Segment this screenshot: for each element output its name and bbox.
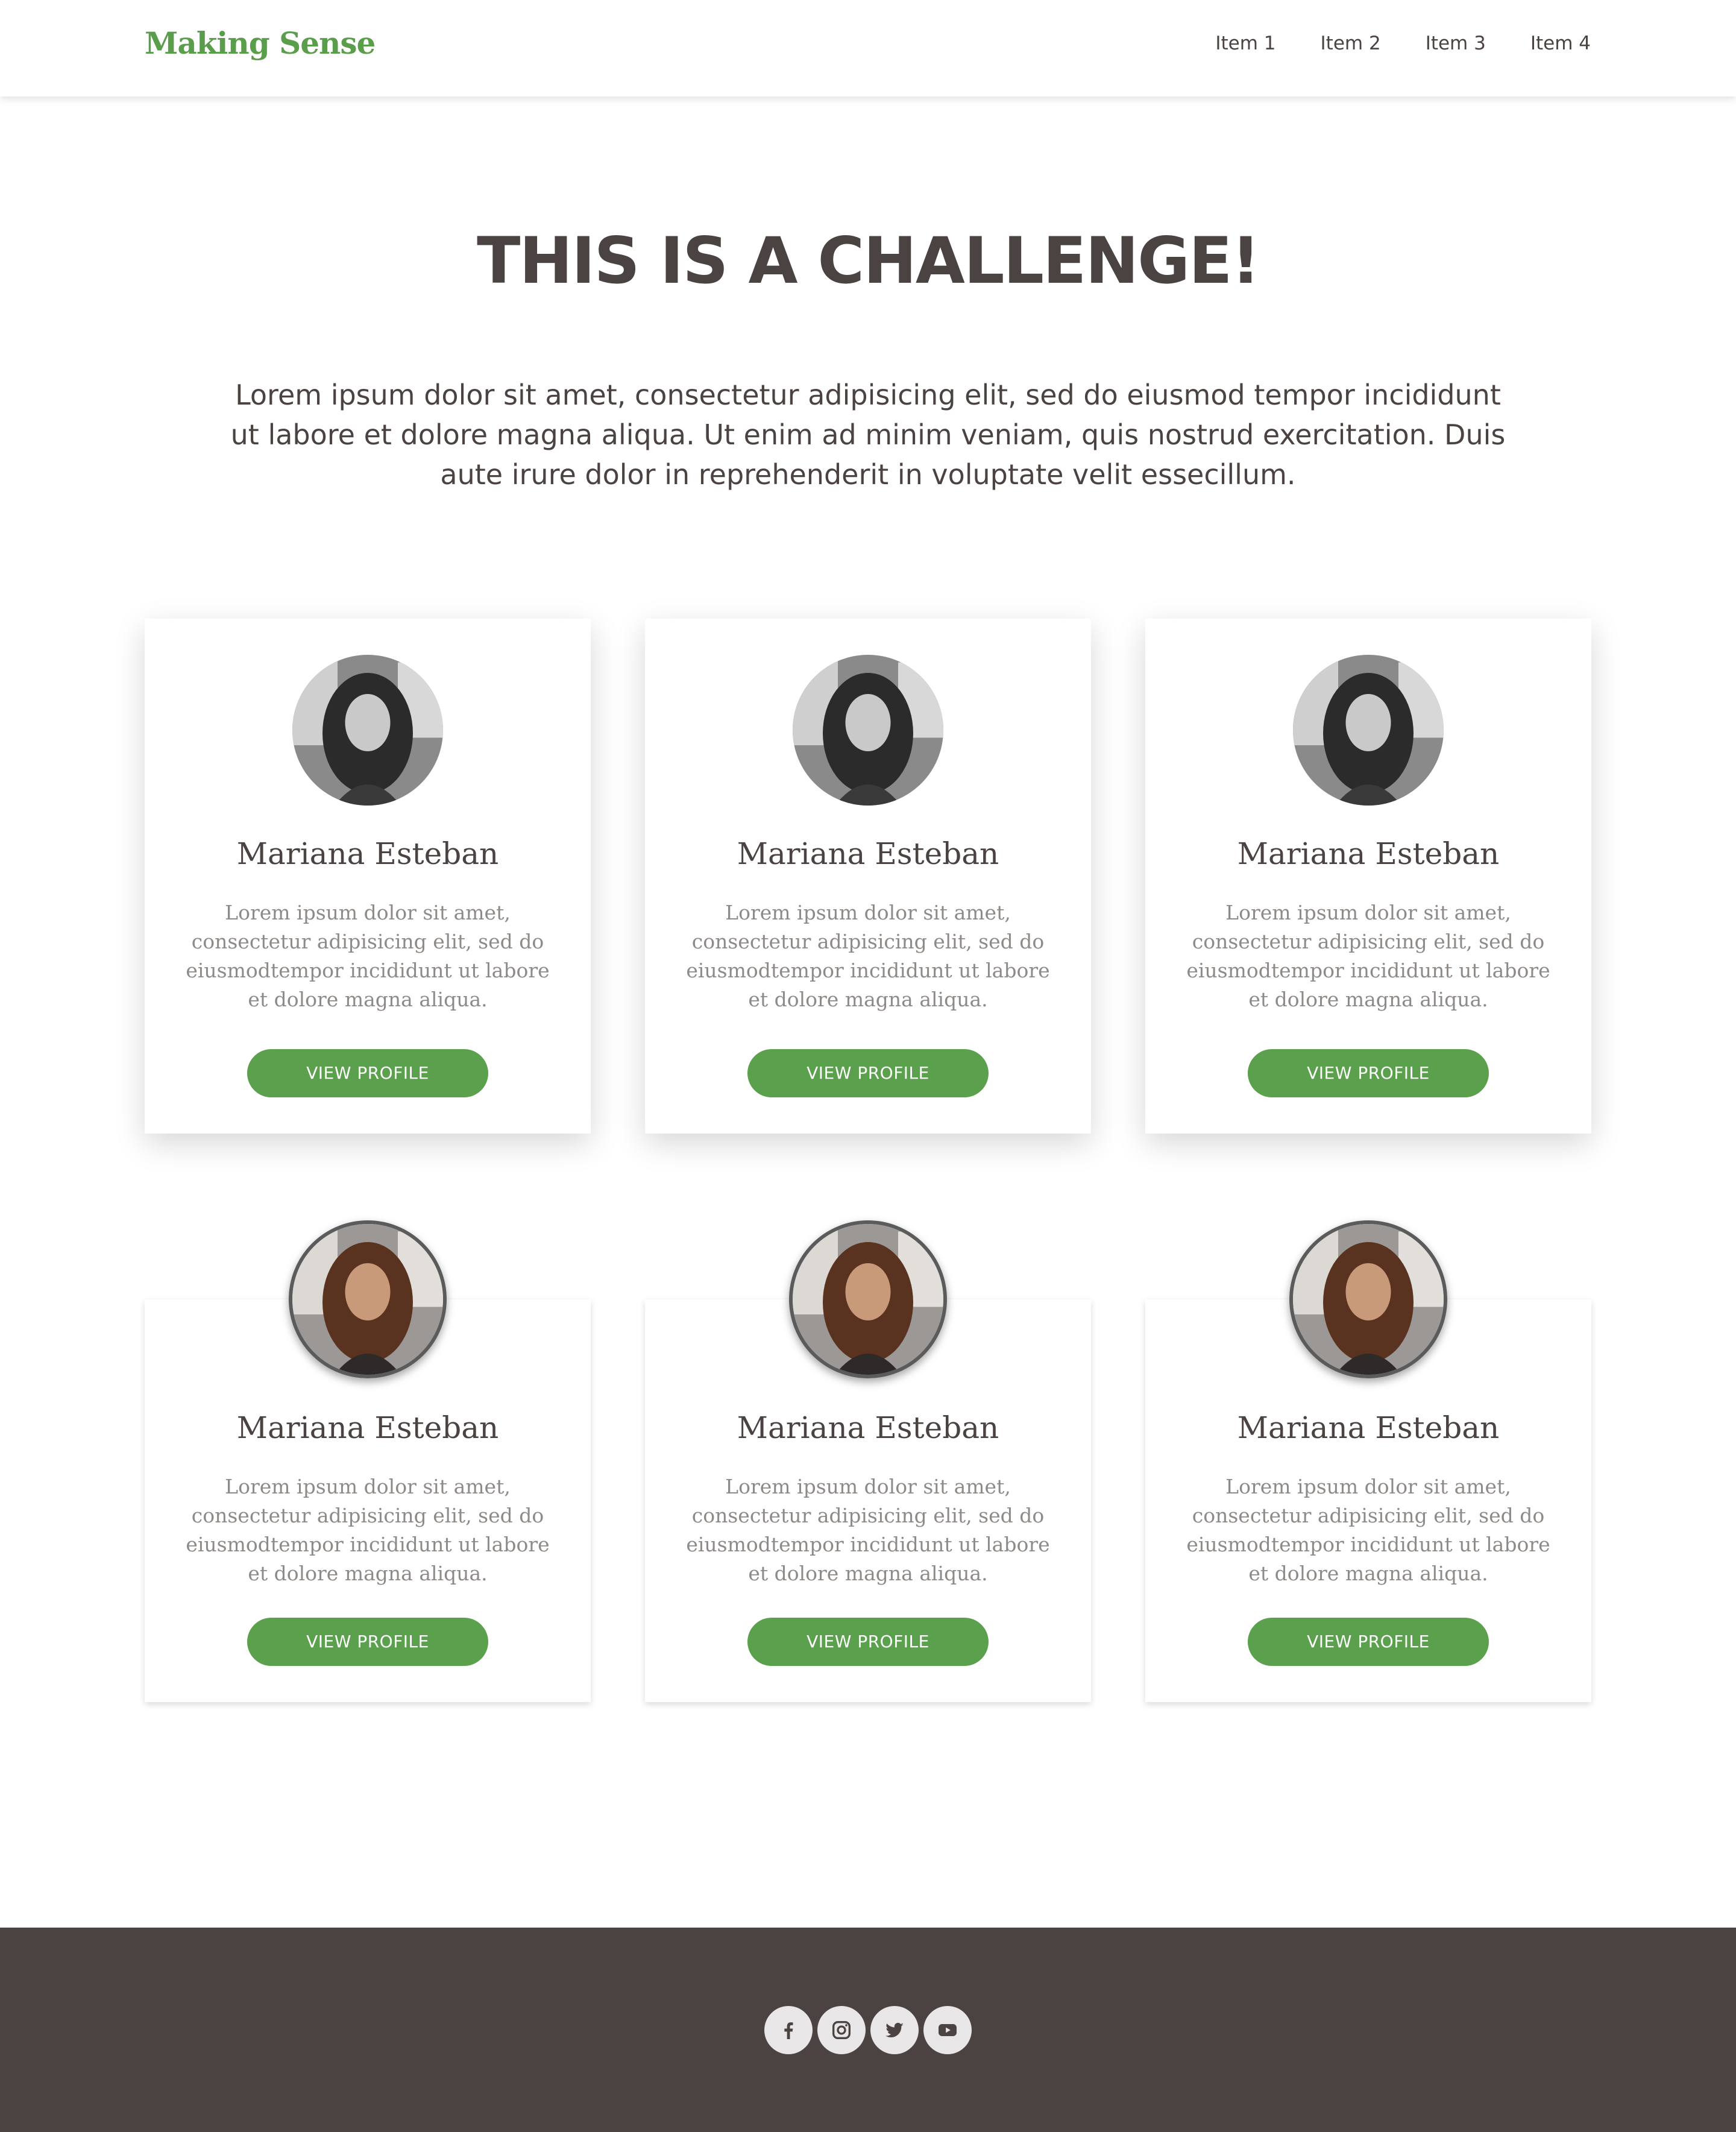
card-description: Lorem ipsum dolor sit amet, consectetur … xyxy=(1186,1475,1550,1585)
view-profile-button[interactable]: VIEW PROFILE xyxy=(1248,1049,1489,1097)
profile-card: Mariana Esteban Lorem ipsum dolor sit am… xyxy=(1145,619,1591,1134)
avatar xyxy=(1293,655,1444,806)
view-profile-button[interactable]: VIEW PROFILE xyxy=(1248,1618,1489,1666)
profile-card: Mariana Esteban Lorem ipsum dolor sit am… xyxy=(645,619,1091,1134)
card-name: Mariana Esteban xyxy=(1237,836,1500,871)
card-name: Mariana Esteban xyxy=(236,1410,499,1445)
card-name: Mariana Esteban xyxy=(236,836,499,871)
site-header: Making Sense Item 1 Item 2 Item 3 Item 4 xyxy=(0,0,1736,96)
nav-item-2[interactable]: Item 2 xyxy=(1321,33,1381,54)
instagram-icon[interactable] xyxy=(817,2006,866,2054)
card-description: Lorem ipsum dolor sit amet, consectetur … xyxy=(1186,901,1550,1011)
view-profile-button[interactable]: VIEW PROFILE xyxy=(247,1049,488,1097)
site-footer xyxy=(0,1928,1736,2132)
nav-item-1[interactable]: Item 1 xyxy=(1215,33,1275,54)
avatar xyxy=(789,1220,947,1378)
card-description: Lorem ipsum dolor sit amet, consectetur … xyxy=(686,1475,1050,1585)
card-description: Lorem ipsum dolor sit amet, consectetur … xyxy=(186,901,550,1011)
twitter-icon[interactable] xyxy=(870,2006,919,2054)
nav-item-4[interactable]: Item 4 xyxy=(1530,33,1591,54)
avatar xyxy=(793,655,943,806)
card-name: Mariana Esteban xyxy=(737,836,999,871)
card-name: Mariana Esteban xyxy=(1237,1410,1500,1445)
avatar xyxy=(292,655,443,806)
card-name: Mariana Esteban xyxy=(737,1410,999,1445)
logo[interactable]: Making Sense xyxy=(145,25,376,61)
view-profile-button[interactable]: VIEW PROFILE xyxy=(747,1049,989,1097)
view-profile-button[interactable]: VIEW PROFILE xyxy=(747,1618,989,1666)
avatar xyxy=(1289,1220,1447,1378)
facebook-icon[interactable] xyxy=(764,2006,813,2054)
hero-paragraph: Lorem ipsum dolor sit amet, consectetur … xyxy=(230,379,1506,491)
youtube-icon[interactable] xyxy=(923,2006,972,2054)
card-description: Lorem ipsum dolor sit amet, consectetur … xyxy=(186,1475,550,1585)
card-description: Lorem ipsum dolor sit amet, consectetur … xyxy=(686,901,1050,1011)
nav-item-3[interactable]: Item 3 xyxy=(1426,33,1486,54)
page-title: THIS IS A CHALLENGE! xyxy=(477,224,1260,298)
avatar xyxy=(289,1220,447,1378)
main-nav: Item 1 Item 2 Item 3 Item 4 xyxy=(1215,33,1591,54)
profile-card: Mariana Esteban Lorem ipsum dolor sit am… xyxy=(145,619,591,1134)
view-profile-button[interactable]: VIEW PROFILE xyxy=(247,1618,488,1666)
social-links xyxy=(0,2006,1736,2054)
